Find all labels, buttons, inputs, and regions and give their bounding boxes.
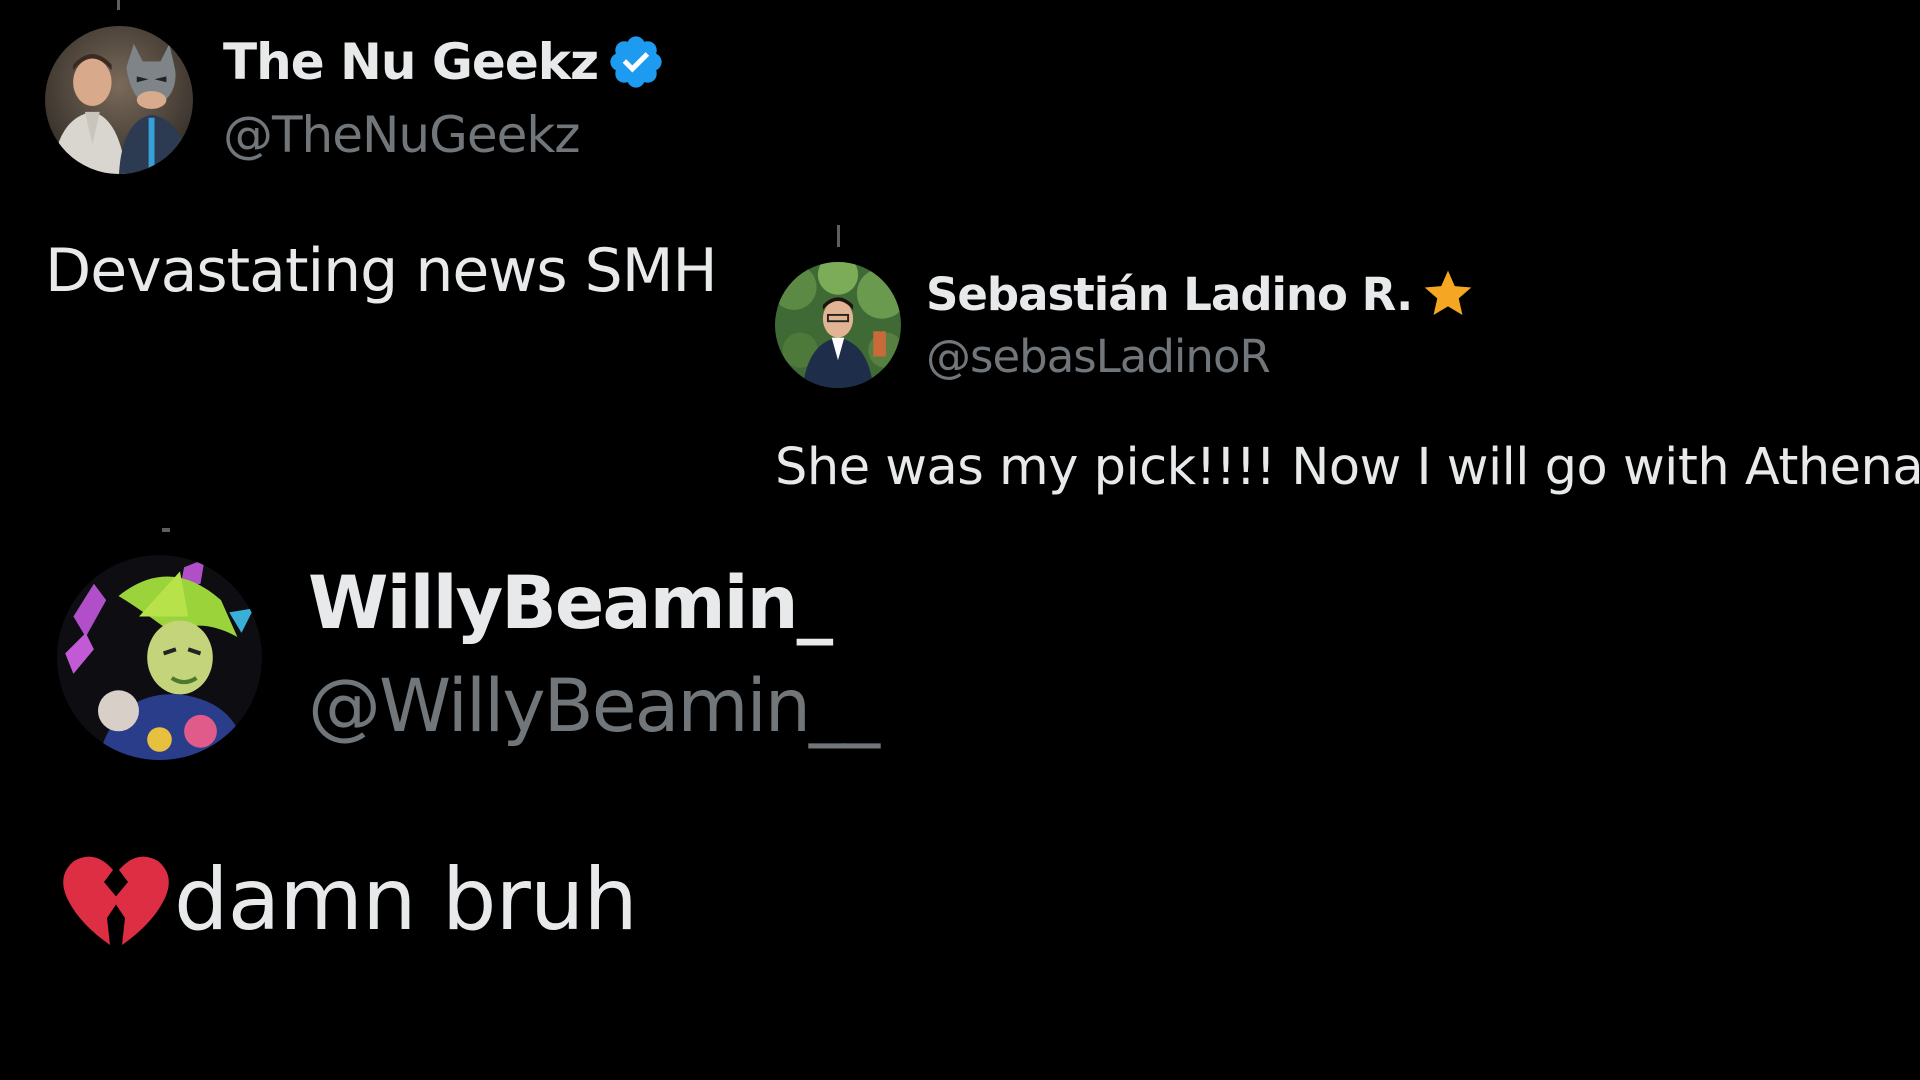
star-icon xyxy=(1420,266,1476,322)
broken-heart-icon xyxy=(62,850,170,950)
display-name[interactable]: WillyBeamin_ xyxy=(308,561,833,646)
verified-badge-icon xyxy=(606,32,666,92)
tweet-willybeamin: WillyBeamin_ @WillyBeamin__ damn bruh xyxy=(0,520,1000,990)
display-name[interactable]: The Nu Geekz xyxy=(223,33,599,91)
avatar-image xyxy=(775,262,901,388)
avatar[interactable] xyxy=(45,26,193,174)
handle[interactable]: @WillyBeamin__ xyxy=(308,664,880,749)
tweet-text-row: damn bruh xyxy=(62,850,638,950)
tweet-the-nu-geekz: The Nu Geekz @TheNuGeekz Devastating new… xyxy=(0,0,760,330)
avatar[interactable] xyxy=(57,555,262,760)
handle[interactable]: @TheNuGeekz xyxy=(223,106,581,164)
tweet-text: damn bruh xyxy=(174,850,638,950)
tweet-text: Devastating news SMH xyxy=(45,236,718,306)
avatar-image xyxy=(45,26,193,174)
handle[interactable]: @sebasLadinoR xyxy=(926,330,1271,383)
name-row: The Nu Geekz xyxy=(223,30,666,94)
name-row: WillyBeamin_ xyxy=(308,558,833,648)
tweet-sebastian-ladino: Sebastián Ladino R. @sebasLadinoR She wa… xyxy=(760,220,1920,520)
avatar-image xyxy=(57,555,262,760)
tweet-text: She was my pick!!!! Now I will go with A… xyxy=(775,438,1920,497)
display-name[interactable]: Sebastián Ladino R. xyxy=(926,268,1413,321)
avatar[interactable] xyxy=(775,262,901,388)
name-row: Sebastián Ladino R. xyxy=(926,262,1476,326)
